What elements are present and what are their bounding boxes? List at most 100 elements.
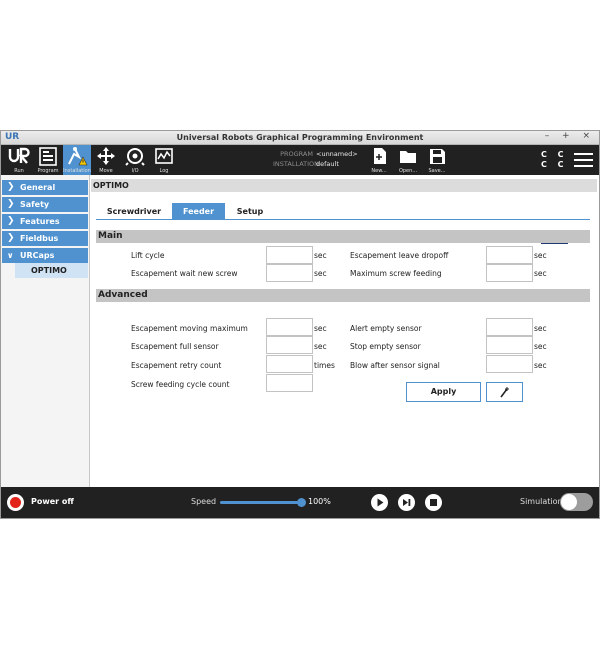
installation-name: default	[316, 160, 339, 168]
field-unit: sec	[314, 251, 327, 260]
toolbar-label: New...	[371, 168, 387, 174]
toolbar-log-button[interactable]: Log	[150, 145, 178, 175]
simulation-label: Simulation	[520, 497, 563, 506]
sidebar-item-fieldbus[interactable]: ❯ Fieldbus	[2, 231, 88, 246]
sidebar-item-label: Features	[20, 217, 60, 226]
tab-feeder[interactable]: Feeder	[172, 203, 225, 220]
magic-wand-icon	[500, 387, 509, 398]
window-controls[interactable]: – + ×	[545, 131, 595, 141]
chevron-right-icon: ❯	[7, 182, 15, 192]
power-label: Power off	[31, 497, 74, 506]
screw-feeding-cycle-count-input[interactable]	[266, 374, 313, 392]
field-label: Alert empty sensor	[350, 324, 422, 333]
installation-icon	[68, 147, 88, 166]
ur-logo-icon	[8, 147, 30, 164]
footer-bar: Power off Speed 100% Simulation	[1, 487, 599, 518]
main-toolbar: Run Program Installation Move I/O Log PR…	[1, 145, 599, 175]
toolbar-label: Run	[14, 168, 24, 174]
section-advanced-header: Advanced	[96, 289, 590, 302]
save-icon	[430, 149, 445, 164]
save-program-button[interactable]: Save...	[423, 145, 451, 175]
field-unit: sec	[534, 361, 547, 370]
field-label: Screw feeding cycle count	[131, 380, 230, 389]
open-folder-icon	[400, 151, 416, 163]
sidebar-item-features[interactable]: ❯ Features	[2, 214, 88, 229]
field-label: Escapement leave dropoff	[350, 251, 449, 260]
field-unit: sec	[534, 269, 547, 278]
stop-empty-sensor-input[interactable]	[486, 336, 533, 354]
speed-slider-track[interactable]	[220, 501, 303, 504]
main-content: OPTIMO Screwdriver Feeder Setup OPTIMO R…	[91, 175, 599, 487]
toolbar-label: Log	[159, 168, 169, 174]
title-bar: UR Universal Robots Graphical Programmin…	[1, 131, 599, 145]
app-window: UR Universal Robots Graphical Programmin…	[0, 130, 600, 519]
toolbar-run-button[interactable]: Run	[5, 145, 33, 175]
field-label: Blow after sensor signal	[350, 361, 440, 370]
sidebar-item-label: General	[20, 183, 56, 192]
sidebar-item-label: Safety	[20, 200, 50, 209]
field-label: Escapement retry count	[131, 361, 222, 370]
chevron-right-icon: ❯	[7, 199, 15, 209]
cc-row: C C	[541, 150, 568, 159]
apply-button[interactable]: Apply	[406, 382, 481, 402]
escapement-full-sensor-input[interactable]	[266, 336, 313, 354]
program-name: <unnamed>	[316, 150, 358, 158]
open-program-button[interactable]: Open...	[394, 145, 422, 175]
power-button[interactable]	[7, 494, 24, 511]
sidebar-item-general[interactable]: ❯ General	[2, 180, 88, 195]
chevron-right-icon: ❯	[7, 233, 15, 243]
program-info: PROGRAM <unnamed> INSTALLATIONdefault	[273, 149, 358, 169]
toolbar-label: Installation	[63, 168, 91, 174]
field-unit: sec	[314, 269, 327, 278]
sidebar-item-safety[interactable]: ❯ Safety	[2, 197, 88, 212]
new-file-icon	[374, 148, 386, 164]
maximum-screw-feeding-input[interactable]	[486, 264, 533, 282]
tab-screwdriver[interactable]: Screwdriver	[96, 203, 172, 220]
sidebar-item-label: Fieldbus	[20, 234, 59, 243]
field-label: Escapement full sensor	[131, 342, 219, 351]
tab-setup[interactable]: Setup	[225, 203, 275, 220]
field-label: Lift cycle	[131, 251, 165, 260]
wizard-button[interactable]	[486, 382, 523, 402]
blow-after-sensor-signal-input[interactable]	[486, 355, 533, 373]
sidebar-item-optimo[interactable]: OPTIMO	[15, 263, 88, 278]
toolbar-label: Save...	[428, 168, 446, 174]
alert-empty-sensor-input[interactable]	[486, 318, 533, 336]
speed-slider-handle[interactable]	[297, 498, 306, 507]
field-label: Stop empty sensor	[350, 342, 421, 351]
page-title: OPTIMO	[91, 179, 597, 192]
speed-value: 100%	[308, 497, 331, 506]
field-unit: sec	[534, 251, 547, 260]
play-button[interactable]	[371, 494, 388, 511]
escapement-retry-count-input[interactable]	[266, 355, 313, 373]
toggle-knob	[561, 494, 577, 510]
section-main-header: Main	[96, 230, 590, 243]
escapement-moving-maximum-input[interactable]	[266, 318, 313, 336]
tab-bar: Screwdriver Feeder Setup OPTIMO ROBOTICS	[96, 203, 590, 245]
simulation-toggle[interactable]	[560, 493, 593, 511]
escapement-leave-dropoff-input[interactable]	[486, 246, 533, 264]
cc-row: C C	[541, 160, 568, 169]
lift-cycle-input[interactable]	[266, 246, 313, 264]
sidebar-item-urcaps[interactable]: ∨ URCaps	[2, 248, 88, 263]
field-unit: sec	[534, 342, 547, 351]
escapement-wait-new-screw-input[interactable]	[266, 264, 313, 282]
window-title: Universal Robots Graphical Programming E…	[176, 133, 424, 142]
step-icon	[403, 499, 411, 506]
hamburger-menu-icon[interactable]	[574, 153, 593, 171]
sidebar: ❯ General ❯ Safety ❯ Features ❯ Fieldbus…	[1, 175, 90, 487]
field-unit: sec	[314, 342, 327, 351]
field-label: Maximum screw feeding	[350, 269, 442, 278]
stop-button[interactable]	[425, 494, 442, 511]
toolbar-move-button[interactable]: Move	[92, 145, 120, 175]
toolbar-installation-button[interactable]: Installation	[63, 145, 91, 175]
toolbar-io-button[interactable]: I/O	[121, 145, 149, 175]
chevron-down-icon: ∨	[7, 251, 14, 260]
toolbar-program-button[interactable]: Program	[34, 145, 62, 175]
new-program-button[interactable]: New...	[365, 145, 393, 175]
play-icon	[377, 498, 384, 507]
power-status-icon	[10, 497, 21, 508]
program-key: PROGRAM	[280, 150, 313, 158]
field-unit: sec	[534, 324, 547, 333]
step-button[interactable]	[398, 494, 415, 511]
